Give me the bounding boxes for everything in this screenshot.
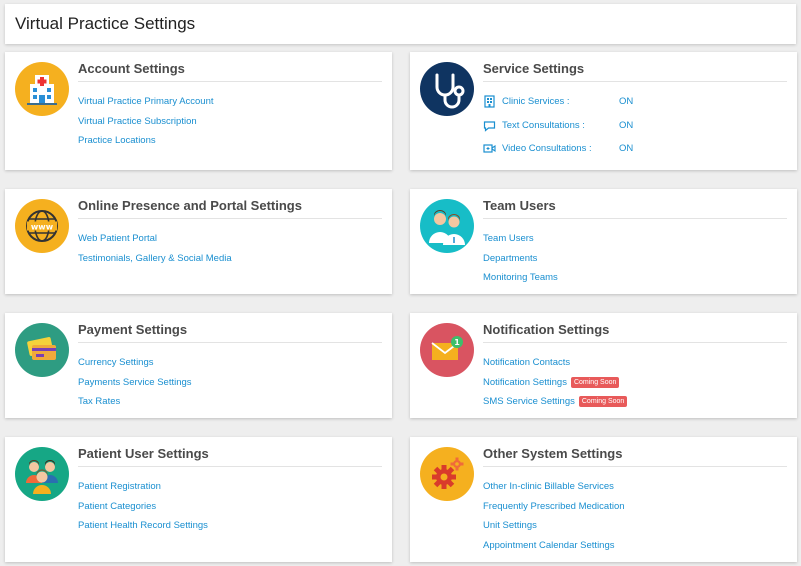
payment-settings-card: Payment Settings Currency Settings Payme… [5, 313, 392, 418]
link-primary-account[interactable]: Virtual Practice Primary Account [78, 96, 214, 116]
link-practice-locations[interactable]: Practice Locations [78, 135, 214, 155]
svg-text:www: www [31, 223, 54, 232]
card-title: Patient User Settings [78, 446, 209, 461]
divider [78, 466, 382, 467]
link-tax-rates[interactable]: Tax Rates [78, 396, 192, 416]
account-settings-card: Account Settings Virtual Practice Primar… [5, 52, 392, 170]
svg-text:1: 1 [454, 338, 460, 347]
link-monitoring-teams[interactable]: Monitoring Teams [483, 272, 558, 292]
clinic-services-label[interactable]: Clinic Services : [502, 96, 570, 107]
coming-soon-badge: Coming Soon [570, 376, 620, 388]
link-list: Web Patient Portal Testimonials, Gallery… [78, 233, 232, 272]
link-sms-service-settings[interactable]: SMS Service Settings Coming Soon [483, 396, 628, 416]
patients-icon [15, 447, 69, 501]
video-consultations-row: Video Consultations : ON [483, 143, 643, 167]
link-list: Team Users Departments Monitoring Teams [483, 233, 558, 292]
doctors-icon [420, 199, 474, 253]
service-settings-card: Service Settings Clinic Services : ON Te… [410, 52, 797, 170]
card-title: Payment Settings [78, 322, 188, 337]
patient-user-settings-card: Patient User Settings Patient Registrati… [5, 437, 392, 562]
link-label: SMS Service Settings [483, 396, 575, 407]
divider [78, 81, 382, 82]
link-team-users[interactable]: Team Users [483, 233, 558, 253]
link-list: Currency Settings Payments Service Setti… [78, 357, 192, 416]
online-presence-card: www Online Presence and Portal Settings … [5, 189, 392, 294]
divider [78, 342, 382, 343]
globe-www-icon: www [15, 199, 69, 253]
link-list: Other In-clinic Billable Services Freque… [483, 481, 625, 559]
text-consultations-status: ON [619, 119, 634, 131]
chat-icon [483, 120, 496, 132]
card-title: Notification Settings [483, 322, 610, 337]
link-prescribed-medication[interactable]: Frequently Prescribed Medication [483, 501, 625, 521]
card-title: Online Presence and Portal Settings [78, 198, 302, 213]
link-departments[interactable]: Departments [483, 253, 558, 273]
clinic-services-status: ON [619, 96, 634, 107]
service-rows: Clinic Services : ON Text Consultations … [483, 95, 643, 167]
link-patient-categories[interactable]: Patient Categories [78, 501, 208, 521]
page-title: Virtual Practice Settings [15, 14, 196, 33]
link-list: Virtual Practice Primary Account Virtual… [78, 96, 214, 155]
text-consultations-row: Text Consultations : ON [483, 120, 643, 144]
link-patient-registration[interactable]: Patient Registration [78, 481, 208, 501]
divider [483, 342, 787, 343]
card-title: Service Settings [483, 61, 585, 76]
page-header: Virtual Practice Settings [5, 4, 796, 44]
text-consultations-label[interactable]: Text Consultations : [502, 120, 585, 131]
divider [483, 218, 787, 219]
building-icon [484, 95, 495, 108]
link-billable-services[interactable]: Other In-clinic Billable Services [483, 481, 625, 501]
gears-icon [420, 447, 474, 501]
hospital-icon [15, 62, 69, 116]
video-icon [483, 144, 496, 153]
notification-settings-card: 1 Notification Settings Notification Con… [410, 313, 797, 418]
link-appointment-calendar-settings[interactable]: Appointment Calendar Settings [483, 540, 625, 560]
link-label: Notification Contacts [483, 357, 571, 368]
link-patient-health-record-settings[interactable]: Patient Health Record Settings [78, 520, 208, 540]
link-subscription[interactable]: Virtual Practice Subscription [78, 116, 214, 136]
divider [483, 466, 787, 467]
link-label: Notification Settings [483, 376, 567, 388]
video-consultations-label[interactable]: Video Consultations : [502, 143, 592, 154]
link-currency-settings[interactable]: Currency Settings [78, 357, 192, 377]
link-notification-settings[interactable]: Notification Settings Coming Soon [483, 376, 627, 397]
team-users-card: Team Users Team Users Departments Monito… [410, 189, 797, 294]
divider [78, 218, 382, 219]
link-list: Patient Registration Patient Categories … [78, 481, 208, 540]
link-notification-contacts[interactable]: Notification Contacts [483, 357, 627, 377]
link-testimonials-gallery[interactable]: Testimonials, Gallery & Social Media [78, 253, 232, 273]
link-web-patient-portal[interactable]: Web Patient Portal [78, 233, 232, 253]
clinic-services-row: Clinic Services : ON [483, 95, 643, 120]
video-consultations-status: ON [619, 143, 634, 154]
card-title: Other System Settings [483, 446, 623, 461]
card-payment-icon [15, 323, 69, 377]
mail-notification-icon: 1 [420, 323, 474, 377]
link-list: Notification Contacts Notification Setti… [483, 357, 628, 416]
stethoscope-icon [420, 62, 474, 116]
link-payments-service-settings[interactable]: Payments Service Settings [78, 377, 192, 397]
link-unit-settings[interactable]: Unit Settings [483, 520, 625, 540]
card-title: Team Users [483, 198, 556, 213]
divider [483, 81, 787, 82]
card-title: Account Settings [78, 61, 185, 76]
coming-soon-badge: Coming Soon [578, 396, 628, 407]
other-system-settings-card: Other System Settings Other In-clinic Bi… [410, 437, 797, 562]
